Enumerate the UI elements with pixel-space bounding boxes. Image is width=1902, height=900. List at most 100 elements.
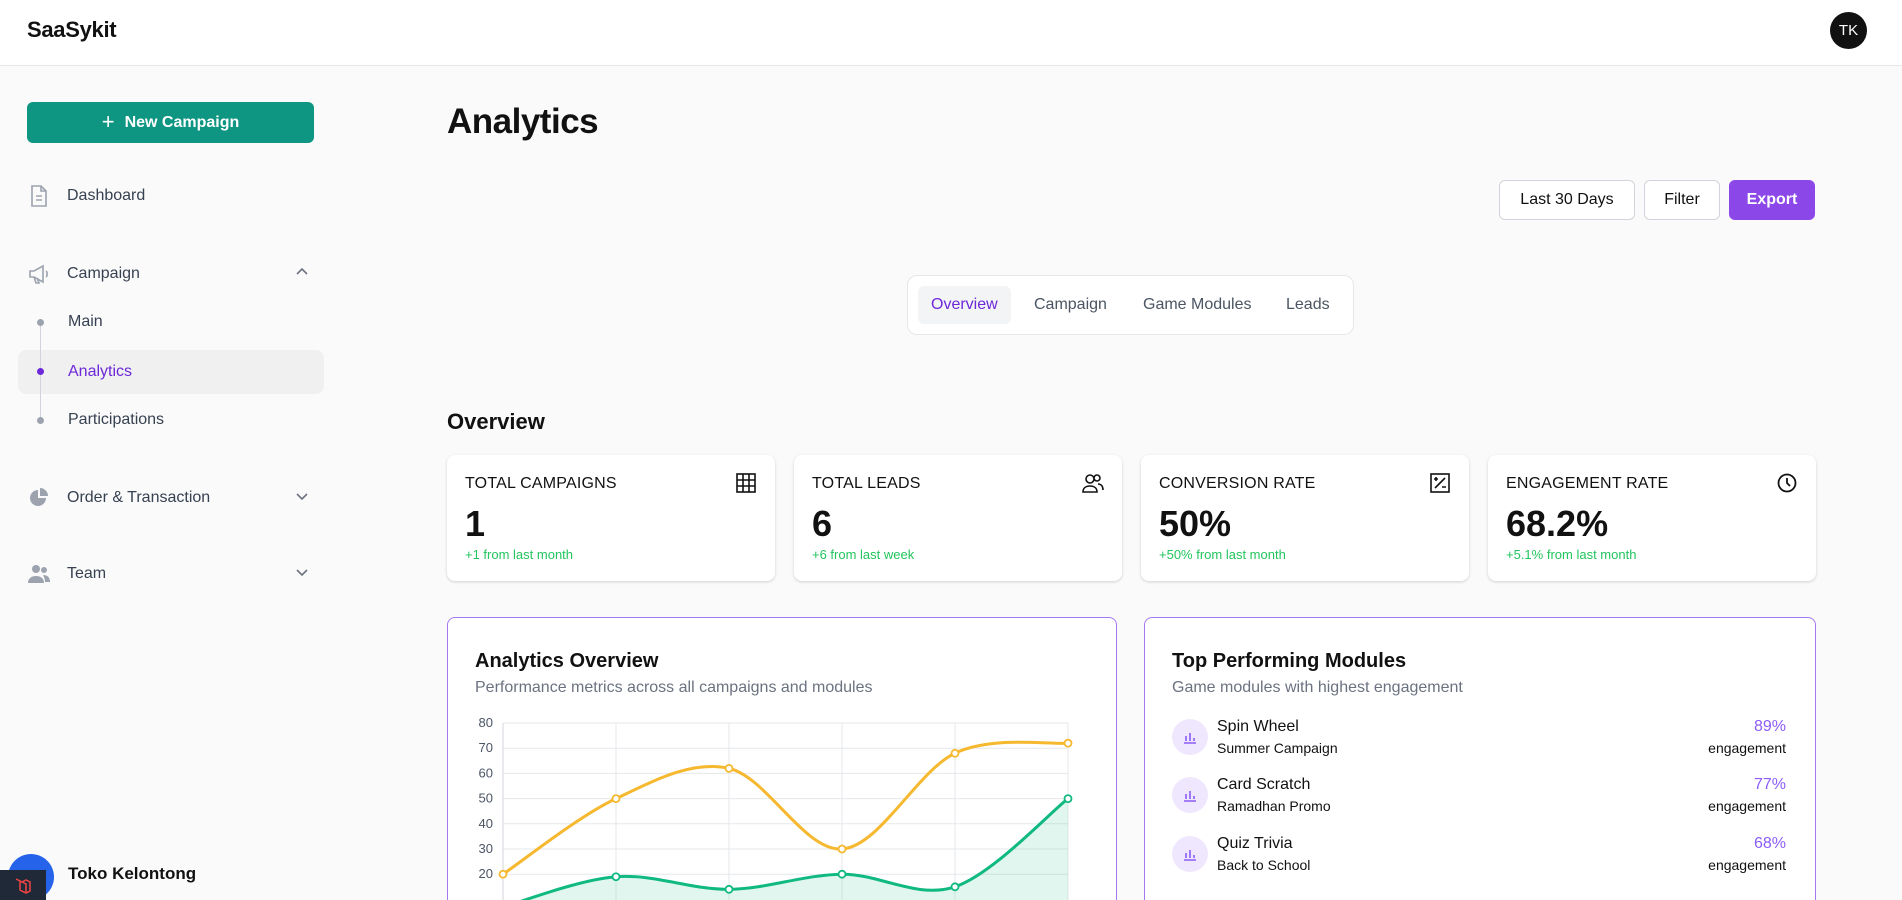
sidebar-item-label: Campaign: [67, 265, 140, 282]
data-point: [611, 794, 621, 803]
section-title: Overview: [447, 409, 545, 434]
grid-icon: [735, 472, 757, 494]
y-tick-label: 80: [479, 715, 493, 730]
bar-chart-icon: [1172, 836, 1208, 872]
active-item-highlight: [18, 350, 324, 394]
submenu-dot-active: [37, 368, 44, 375]
stat-delta: +6 from last week: [812, 547, 915, 562]
stat-value: 68.2%: [1506, 503, 1609, 544]
plus-icon: +: [101, 108, 115, 134]
stat-delta: +5.1% from last month: [1506, 547, 1637, 562]
stat-label: TOTAL LEADS: [812, 475, 921, 492]
data-point: [611, 872, 621, 882]
y-tick-label: 70: [479, 740, 493, 755]
bar-chart-icon: [1172, 777, 1208, 813]
list-item[interactable]: Spin Wheel Summer Campaign 89% engagemen…: [1172, 717, 1786, 767]
panel-title: Analytics Overview: [475, 650, 659, 672]
new-campaign-label: New Campaign: [124, 113, 240, 131]
chevron-up-icon[interactable]: [295, 265, 309, 284]
stat-card-total-campaigns: TOTAL CAMPAIGNS 1 +1 from last month: [447, 455, 775, 581]
stat-label: CONVERSION RATE: [1159, 475, 1316, 492]
new-campaign-button[interactable]: + New Campaign: [27, 102, 314, 143]
sidebar-subitem-main[interactable]: Main: [68, 310, 103, 334]
analytics-line-chart: 80 70 60 50 40 30 20: [479, 715, 1073, 900]
module-campaign: Summer Campaign: [1217, 740, 1338, 756]
module-unit: engagement: [1708, 740, 1786, 756]
data-point: [837, 869, 847, 879]
submenu-dot: [37, 319, 44, 326]
analytics-overview-panel: Analytics Overview Performance metrics a…: [447, 617, 1117, 900]
stat-value: 1: [465, 503, 486, 544]
pie-chart-icon: [27, 486, 51, 510]
sidebar-item-team[interactable]: Team: [27, 559, 314, 589]
user-avatar[interactable]: TK: [1830, 12, 1867, 49]
date-range-button[interactable]: Last 30 Days: [1499, 180, 1635, 220]
sidebar-item-label: Order & Transaction: [67, 489, 211, 506]
export-button[interactable]: Export: [1729, 180, 1815, 220]
tab-bar: Overview Campaign Game Modules Leads: [907, 275, 1354, 335]
filter-button[interactable]: Filter: [1644, 180, 1720, 220]
y-tick-label: 50: [479, 791, 493, 806]
panel-subtitle: Game modules with highest engagement: [1172, 679, 1463, 696]
panel-title: Top Performing Modules: [1172, 650, 1407, 672]
stat-card-conversion-rate: CONVERSION RATE 50% +50% from last month: [1141, 455, 1469, 581]
sidebar-subitem-participations[interactable]: Participations: [68, 408, 164, 432]
module-unit: engagement: [1708, 798, 1786, 814]
module-name: Quiz Trivia: [1217, 835, 1293, 852]
stat-delta: +1 from last month: [465, 547, 574, 562]
y-tick-label: 20: [479, 866, 493, 881]
data-point: [724, 884, 734, 894]
stat-delta: +50% from last month: [1159, 547, 1286, 562]
chevron-down-icon[interactable]: [295, 489, 309, 508]
list-item[interactable]: Card Scratch Ramadhan Promo 77% engageme…: [1172, 775, 1786, 825]
stat-value: 50%: [1159, 503, 1232, 544]
sidebar-subitem-analytics[interactable]: Analytics: [68, 360, 132, 384]
percent-square-icon: [1429, 472, 1451, 494]
tab-campaign[interactable]: Campaign: [1021, 286, 1120, 324]
data-point: [1063, 794, 1073, 803]
module-name: Spin Wheel: [1217, 718, 1299, 735]
module-name: Card Scratch: [1217, 776, 1311, 793]
stat-value: 6: [812, 503, 833, 544]
submenu-dot: [37, 417, 44, 424]
tab-overview[interactable]: Overview: [918, 286, 1011, 324]
brand-logo[interactable]: SaaSykit: [27, 17, 117, 43]
sidebar-item-campaign[interactable]: Campaign: [27, 259, 314, 289]
y-tick-label: 40: [479, 816, 493, 831]
series-line: [502, 740, 1069, 876]
module-percent: 68%: [1753, 835, 1786, 852]
clock-icon: [1776, 472, 1798, 494]
tab-leads[interactable]: Leads: [1273, 286, 1343, 324]
sidebar-item-label: Dashboard: [67, 187, 146, 204]
y-tick-label: 30: [479, 841, 493, 856]
data-point: [498, 869, 508, 879]
page-title: Analytics: [447, 102, 599, 141]
data-point: [724, 763, 734, 773]
panel-subtitle: Performance metrics across all campaigns…: [475, 679, 873, 696]
bar-chart-icon: [1172, 719, 1208, 755]
chevron-down-icon[interactable]: [295, 565, 309, 584]
sidebar-item-dashboard[interactable]: Dashboard: [27, 181, 145, 211]
module-campaign: Ramadhan Promo: [1217, 798, 1331, 814]
stat-label: TOTAL CAMPAIGNS: [465, 475, 617, 492]
module-unit: engagement: [1708, 857, 1786, 873]
sidebar-item-order[interactable]: Order & Transaction: [27, 483, 314, 513]
team-icon: [27, 562, 51, 586]
module-percent: 77%: [1753, 776, 1786, 793]
stat-card-total-leads: TOTAL LEADS 6 +6 from last week: [794, 455, 1122, 581]
data-point: [950, 882, 960, 892]
top-modules-panel: Top Performing Modules Game modules with…: [1144, 617, 1816, 900]
sidebar-item-label: Team: [67, 565, 107, 582]
data-point: [950, 748, 960, 758]
megaphone-icon: [27, 262, 51, 286]
list-item[interactable]: Quiz Trivia Back to School 68% engagemen…: [1172, 834, 1786, 884]
account-switcher[interactable]: TK Toko Kelontong: [8, 854, 328, 900]
tab-game-modules[interactable]: Game Modules: [1130, 286, 1265, 324]
laravel-logo-icon[interactable]: [0, 870, 46, 900]
users-icon: [1082, 472, 1104, 494]
stat-card-engagement-rate: ENGAGEMENT RATE 68.2% +5.1% from last mo…: [1488, 455, 1816, 581]
data-point: [1063, 738, 1073, 748]
y-tick-label: 60: [479, 765, 493, 780]
top-bar: SaaSykit TK: [0, 0, 1902, 66]
document-icon: [27, 184, 51, 208]
